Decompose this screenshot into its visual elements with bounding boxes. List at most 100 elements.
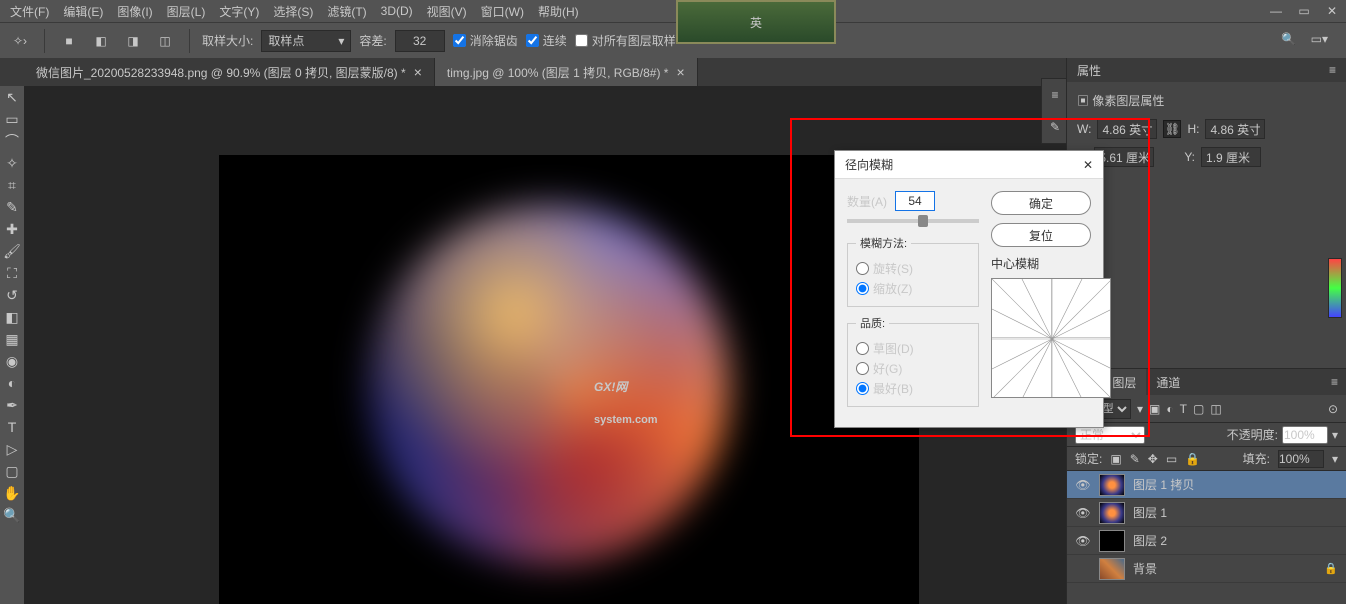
tool-move[interactable]: ↖	[0, 86, 24, 108]
menu-select[interactable]: 选择(S)	[273, 3, 313, 20]
tool-text[interactable]: T	[0, 416, 24, 438]
menu-file[interactable]: 文件(F)	[10, 3, 49, 20]
sample-size-dropdown[interactable]: 取样点▾	[261, 30, 351, 52]
opacity-input[interactable]	[1282, 426, 1328, 444]
layer-name[interactable]: 背景	[1133, 560, 1157, 577]
menu-window[interactable]: 窗口(W)	[481, 3, 524, 20]
doc-tab-1[interactable]: 微信图片_20200528233948.png @ 90.9% (图层 0 拷贝…	[24, 58, 435, 86]
visibility-icon[interactable]: 👁	[1075, 478, 1091, 492]
layer-item-bg[interactable]: 背景🔒	[1067, 555, 1346, 583]
tab-channels[interactable]: 通道	[1146, 369, 1190, 395]
tool-shape[interactable]: ▢	[0, 460, 24, 482]
lock-pixels-icon[interactable]: ▣	[1110, 452, 1121, 466]
menu-view[interactable]: 视图(V)	[427, 3, 467, 20]
tool-eyedrop[interactable]: ✎	[0, 196, 24, 218]
menu-3d[interactable]: 3D(D)	[381, 4, 413, 18]
lock-all-icon[interactable]: 🔒	[1185, 452, 1200, 466]
dock-icon-1[interactable]: ≡	[1042, 79, 1068, 111]
menu-filter[interactable]: 滤镜(T)	[327, 3, 366, 20]
layer-name[interactable]: 图层 2	[1133, 532, 1167, 549]
search-icon[interactable]: 🔍	[1281, 32, 1296, 46]
width-input[interactable]	[1097, 119, 1157, 139]
tool-eraser[interactable]: ◧	[0, 306, 24, 328]
tool-lasso[interactable]: ⌒	[0, 130, 24, 152]
link-icon[interactable]: ⛓	[1163, 120, 1181, 138]
tool-gradient[interactable]: ▦	[0, 328, 24, 350]
amount-input[interactable]	[895, 191, 935, 211]
layer-item-2[interactable]: 👁 图层 1	[1067, 499, 1346, 527]
filter-text-icon[interactable]: T	[1180, 402, 1187, 416]
properties-header[interactable]: 属性≡	[1067, 58, 1346, 82]
tool-crop[interactable]: ⌗	[0, 174, 24, 196]
tool-stamp[interactable]: ⛶	[0, 262, 24, 284]
tool-wand[interactable]: ✧	[0, 152, 24, 174]
tool-path[interactable]: ▷	[0, 438, 24, 460]
tool-dodge[interactable]: ◐	[0, 372, 24, 394]
visibility-icon[interactable]: 👁	[1075, 534, 1091, 548]
radio-good[interactable]: 好(G)	[856, 360, 970, 377]
lock-brush-icon[interactable]: ✎	[1130, 452, 1140, 466]
magic-wand-icon[interactable]: ✧›	[8, 29, 32, 53]
minimize-icon[interactable]: ―	[1262, 0, 1290, 22]
fill-input[interactable]	[1278, 450, 1324, 468]
amount-slider[interactable]	[847, 219, 979, 223]
antialias-checkbox[interactable]: 消除锯齿	[453, 32, 518, 49]
tool-hand[interactable]: ✋	[0, 482, 24, 504]
lock-art-icon[interactable]: ▭	[1166, 452, 1177, 466]
menu-layer[interactable]: 图层(L)	[167, 3, 206, 20]
all-layers-checkbox[interactable]: 对所有图层取样	[575, 32, 676, 49]
tolerance-input[interactable]	[395, 30, 445, 52]
lock-pos-icon[interactable]: ✥	[1148, 452, 1158, 466]
dialog-close-icon[interactable]: ✕	[1083, 158, 1093, 172]
layer-item-1[interactable]: 👁 图层 1 拷贝	[1067, 471, 1346, 499]
filter-shape-icon[interactable]: ▢	[1193, 402, 1204, 416]
sel-add-icon[interactable]: ◧	[89, 29, 113, 53]
filter-icon[interactable]: ▾	[1137, 402, 1143, 416]
filter-toggle[interactable]: ⊙	[1328, 402, 1338, 416]
close-icon[interactable]: ✕	[1318, 0, 1346, 22]
panel-menu-icon[interactable]: ≡	[1329, 63, 1336, 77]
layer-item-3[interactable]: 👁 图层 2	[1067, 527, 1346, 555]
tool-zoom[interactable]: 🔍	[0, 504, 24, 526]
tool-history[interactable]: ↺	[0, 284, 24, 306]
radio-zoom[interactable]: 缩放(Z)	[856, 280, 970, 297]
radio-best[interactable]: 最好(B)	[856, 380, 970, 397]
dock-icon-2[interactable]: ✎	[1042, 111, 1068, 143]
layer-name[interactable]: 图层 1 拷贝	[1133, 476, 1194, 493]
close-tab-icon[interactable]: ×	[676, 64, 684, 80]
tool-blur[interactable]: ◉	[0, 350, 24, 372]
sel-sub-icon[interactable]: ◨	[121, 29, 145, 53]
maximize-icon[interactable]: ▭	[1290, 0, 1318, 22]
doc-tab-2[interactable]: timg.jpg @ 100% (图层 1 拷贝, RGB/8#) *×	[435, 58, 698, 86]
ok-button[interactable]: 确定	[991, 191, 1091, 215]
sel-int-icon[interactable]: ◫	[153, 29, 177, 53]
menu-image[interactable]: 图像(I)	[117, 3, 152, 20]
tool-heal[interactable]: ✚	[0, 218, 24, 240]
filter-smart-icon[interactable]: ◫	[1210, 402, 1221, 416]
tool-marquee[interactable]: ▭	[0, 108, 24, 130]
sel-new-icon[interactable]: ■	[57, 29, 81, 53]
height-input[interactable]	[1205, 119, 1265, 139]
reset-button[interactable]: 复位	[991, 223, 1091, 247]
filter-img-icon[interactable]: ▣	[1149, 402, 1160, 416]
radio-spin[interactable]: 旋转(S)	[856, 260, 970, 277]
menu-text[interactable]: 文字(Y)	[219, 3, 259, 20]
menu-edit[interactable]: 编辑(E)	[63, 3, 103, 20]
tool-pen[interactable]: ✒	[0, 394, 24, 416]
blur-center-preview[interactable]	[991, 278, 1111, 398]
menu-help[interactable]: 帮助(H)	[538, 3, 579, 20]
panel-menu-icon[interactable]: ≡	[1323, 375, 1346, 389]
y-input[interactable]	[1201, 147, 1261, 167]
dialog-titlebar[interactable]: 径向模糊✕	[835, 151, 1103, 179]
radio-draft[interactable]: 草图(D)	[856, 340, 970, 357]
blend-mode-dropdown[interactable]: 正常	[1075, 426, 1145, 444]
slider-thumb[interactable]	[918, 215, 928, 227]
contiguous-checkbox[interactable]: 连续	[526, 32, 567, 49]
close-tab-icon[interactable]: ×	[414, 64, 422, 80]
visibility-icon[interactable]: 👁	[1075, 506, 1091, 520]
workspace-icon[interactable]: ▭▾	[1311, 32, 1328, 46]
layer-name[interactable]: 图层 1	[1133, 504, 1167, 521]
tool-brush[interactable]: 🖌	[0, 240, 24, 262]
filter-adj-icon[interactable]: ◐	[1166, 402, 1173, 416]
canvas[interactable]	[219, 155, 919, 604]
